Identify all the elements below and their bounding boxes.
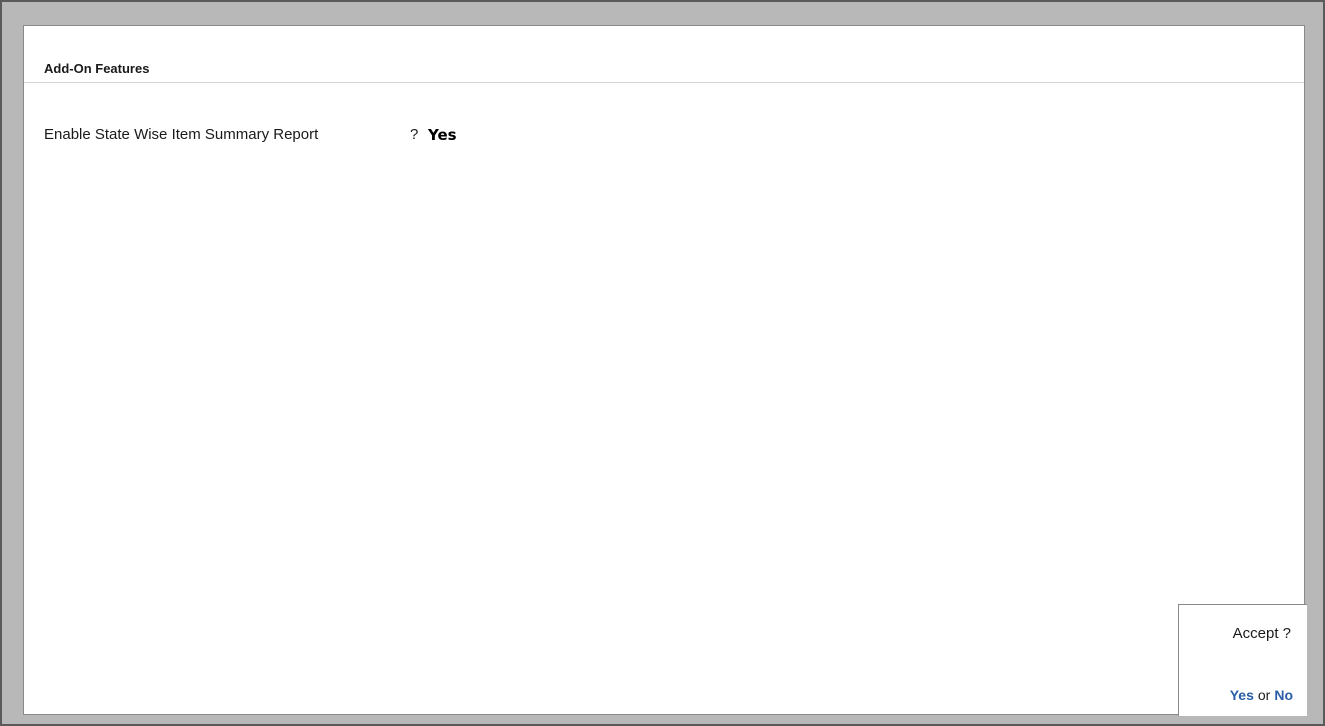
accept-prompt: Accept ? (1232, 625, 1291, 642)
add-on-features-panel: Add-On Features Enable State Wise Item S… (23, 25, 1307, 716)
window-frame: Add-On Features Enable State Wise Item S… (0, 0, 1325, 726)
option-label: Enable State Wise Item Summary Report (44, 126, 319, 143)
choice-or-text: or (1257, 687, 1271, 703)
option-row-state-wise-item-summary: Enable State Wise Item Summary Report ? … (44, 126, 504, 146)
accept-no-button[interactable]: No (1274, 687, 1293, 703)
accept-dialog: Accept ? Yes or No (1178, 604, 1307, 716)
accept-yes-button[interactable]: Yes (1230, 687, 1254, 703)
option-separator: ? (410, 126, 419, 143)
accept-choices: Yes or No (1230, 687, 1293, 703)
panel-title: Add-On Features (44, 61, 150, 76)
option-value-field[interactable]: Yes (428, 126, 457, 144)
title-divider (24, 82, 1304, 83)
